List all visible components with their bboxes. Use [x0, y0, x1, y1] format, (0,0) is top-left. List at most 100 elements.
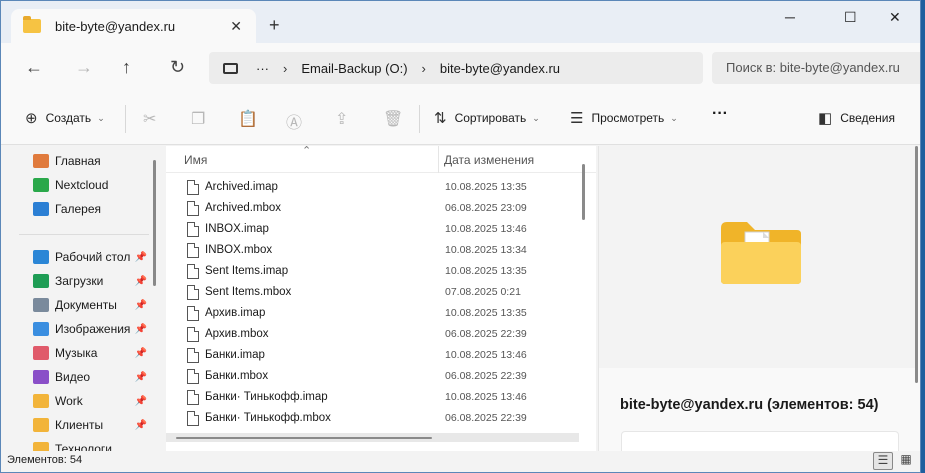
file-name: Sent Items.imap	[205, 265, 289, 277]
file-row[interactable]: Архив.mbox 06.08.2025 22:39	[166, 324, 576, 345]
file-date: 10.08.2025 13:34	[445, 244, 527, 256]
gallery-icon	[33, 202, 49, 216]
sidebar-item[interactable]: Изображения 📌	[33, 319, 151, 339]
pin-icon: 📌	[134, 299, 147, 311]
sidebar-item[interactable]: Work 📌	[33, 391, 151, 411]
view-icon: ☰	[570, 110, 584, 127]
vertical-scrollbar[interactable]	[582, 164, 585, 220]
create-button[interactable]: ⊕ Создать ⌄	[25, 109, 105, 127]
file-row[interactable]: Archived.imap 10.08.2025 13:35	[166, 177, 576, 198]
folder-sync-icon	[33, 394, 49, 408]
file-icon	[187, 390, 199, 405]
chevron-down-icon: ⌄	[532, 112, 540, 123]
file-name: Архив.mbox	[205, 328, 269, 340]
sort-label: Сортировать	[454, 111, 527, 125]
delete-icon[interactable]: 🗑	[383, 109, 403, 129]
address-row: ← → ↑ ↻ ··· › Email-Backup (O:) › bite-b…	[1, 43, 920, 93]
view-label: Просмотреть	[591, 111, 665, 125]
sidebar-item-label: Загрузки	[55, 274, 104, 288]
file-row[interactable]: Банки.imap 10.08.2025 13:46	[166, 345, 576, 366]
pin-icon: 📌	[134, 347, 147, 359]
maximize-button[interactable]: ☐	[844, 9, 857, 26]
file-name: Банки· Тинькофф.mbox	[205, 412, 331, 424]
view-button[interactable]: ☰ Просмотреть ⌄	[570, 109, 678, 127]
tab-close-button[interactable]: ✕	[230, 18, 242, 35]
search-input[interactable]: Поиск в: bite-byte@yandex.ru	[712, 52, 920, 84]
file-date: 10.08.2025 13:46	[445, 223, 527, 235]
column-header-date[interactable]: Дата изменения	[444, 153, 534, 167]
sidebar-item[interactable]: Главная	[33, 151, 151, 171]
file-row[interactable]: Sent Items.imap 10.08.2025 13:35	[166, 261, 576, 282]
column-header-row: ⌃ Имя Дата изменения	[166, 146, 596, 173]
file-row[interactable]: Банки· Тинькофф.mbox 06.08.2025 22:39	[166, 408, 576, 429]
title-bar: bite-byte@yandex.ru ✕ + ─ ☐ ✕	[1, 1, 920, 43]
file-name: Sent Items.mbox	[205, 286, 292, 298]
back-button[interactable]: ←	[25, 57, 43, 78]
create-label: Создать	[45, 111, 92, 125]
breadcrumb-drive[interactable]: Email-Backup (O:)	[301, 61, 407, 76]
sidebar-item[interactable]: Музыка 📌	[33, 343, 151, 363]
breadcrumb-more[interactable]: ···	[256, 61, 269, 76]
sidebar-item[interactable]: Рабочий стол 📌	[33, 247, 151, 267]
details-button[interactable]: ◧ Сведения	[818, 109, 895, 127]
refresh-button[interactable]: ↻	[170, 57, 185, 78]
file-icon	[187, 201, 199, 216]
sidebar-item[interactable]: Видео 📌	[33, 367, 151, 387]
file-date: 10.08.2025 13:46	[445, 391, 527, 403]
more-options-button[interactable]: ···	[712, 105, 728, 123]
file-date: 10.08.2025 13:35	[445, 181, 527, 193]
file-icon	[187, 327, 199, 342]
sidebar-item[interactable]: Nextcloud	[33, 175, 151, 195]
file-row[interactable]: Архив.imap 10.08.2025 13:35	[166, 303, 576, 324]
horizontal-scrollbar[interactable]	[176, 437, 432, 439]
column-divider[interactable]	[438, 146, 439, 173]
folder-large-icon	[721, 222, 801, 284]
chevron-right-icon[interactable]: ›	[283, 61, 287, 76]
command-bar: ⊕ Создать ⌄ ✂ ❐ 📋 Ⓐ ⇪ 🗑 ⇅ Сортировать ⌄ …	[1, 93, 920, 145]
file-icon	[187, 411, 199, 426]
file-row[interactable]: Archived.mbox 06.08.2025 23:09	[166, 198, 576, 219]
preview-scrollbar[interactable]	[915, 146, 918, 383]
tab-title: bite-byte@yandex.ru	[55, 18, 176, 34]
paste-icon[interactable]: 📋	[238, 109, 258, 129]
file-row[interactable]: Sent Items.mbox 07.08.2025 0:21	[166, 282, 576, 303]
sidebar-item[interactable]: Документы 📌	[33, 295, 151, 315]
chevron-right-icon[interactable]: ›	[422, 61, 426, 76]
share-icon[interactable]: ⇪	[335, 109, 348, 129]
file-name: INBOX.mbox	[205, 244, 273, 256]
tab-current[interactable]: bite-byte@yandex.ru ✕	[11, 9, 256, 43]
folder-sync-icon	[33, 442, 49, 451]
rename-icon[interactable]: Ⓐ	[286, 109, 302, 133]
divider	[19, 234, 149, 235]
minimize-button[interactable]: ─	[785, 9, 795, 25]
sidebar-item-label: Рабочий стол	[55, 250, 131, 264]
sidebar-item[interactable]: Клиенты 📌	[33, 415, 151, 435]
new-tab-button[interactable]: +	[269, 15, 280, 36]
this-pc-icon	[223, 62, 238, 74]
sidebar-item[interactable]: Галерея	[33, 199, 151, 219]
address-bar[interactable]: ··· › Email-Backup (O:) › bite-byte@yand…	[209, 52, 703, 84]
tiles-view-button[interactable]: ▦	[896, 452, 916, 470]
sidebar-item-label: Клиенты	[55, 418, 104, 432]
up-button[interactable]: ↑	[122, 57, 131, 78]
file-name: Архив.imap	[205, 307, 266, 319]
copy-icon[interactable]: ❐	[191, 109, 205, 129]
details-view-button[interactable]: ☰	[873, 452, 893, 470]
sidebar-item[interactable]: Загрузки 📌	[33, 271, 151, 291]
close-button[interactable]: ✕	[889, 9, 901, 26]
sidebar-item-label: Изображения	[55, 322, 131, 336]
file-row[interactable]: INBOX.imap 10.08.2025 13:46	[166, 219, 576, 240]
cut-icon[interactable]: ✂	[143, 109, 156, 129]
nav-scrollbar[interactable]	[153, 160, 156, 286]
sidebar-item[interactable]: Технологи	[33, 439, 151, 451]
file-row[interactable]: Банки· Тинькофф.imap 10.08.2025 13:46	[166, 387, 576, 408]
forward-button[interactable]: →	[75, 57, 93, 78]
file-row[interactable]: Банки.mbox 06.08.2025 22:39	[166, 366, 576, 387]
chevron-down-icon: ⌄	[670, 112, 678, 123]
breadcrumb-folder[interactable]: bite-byte@yandex.ru	[440, 61, 560, 76]
sort-button[interactable]: ⇅ Сортировать ⌄	[434, 109, 540, 127]
file-name: Банки.mbox	[205, 370, 269, 382]
column-header-name[interactable]: Имя	[184, 153, 207, 167]
pin-icon: 📌	[134, 419, 147, 431]
file-row[interactable]: INBOX.mbox 10.08.2025 13:34	[166, 240, 576, 261]
